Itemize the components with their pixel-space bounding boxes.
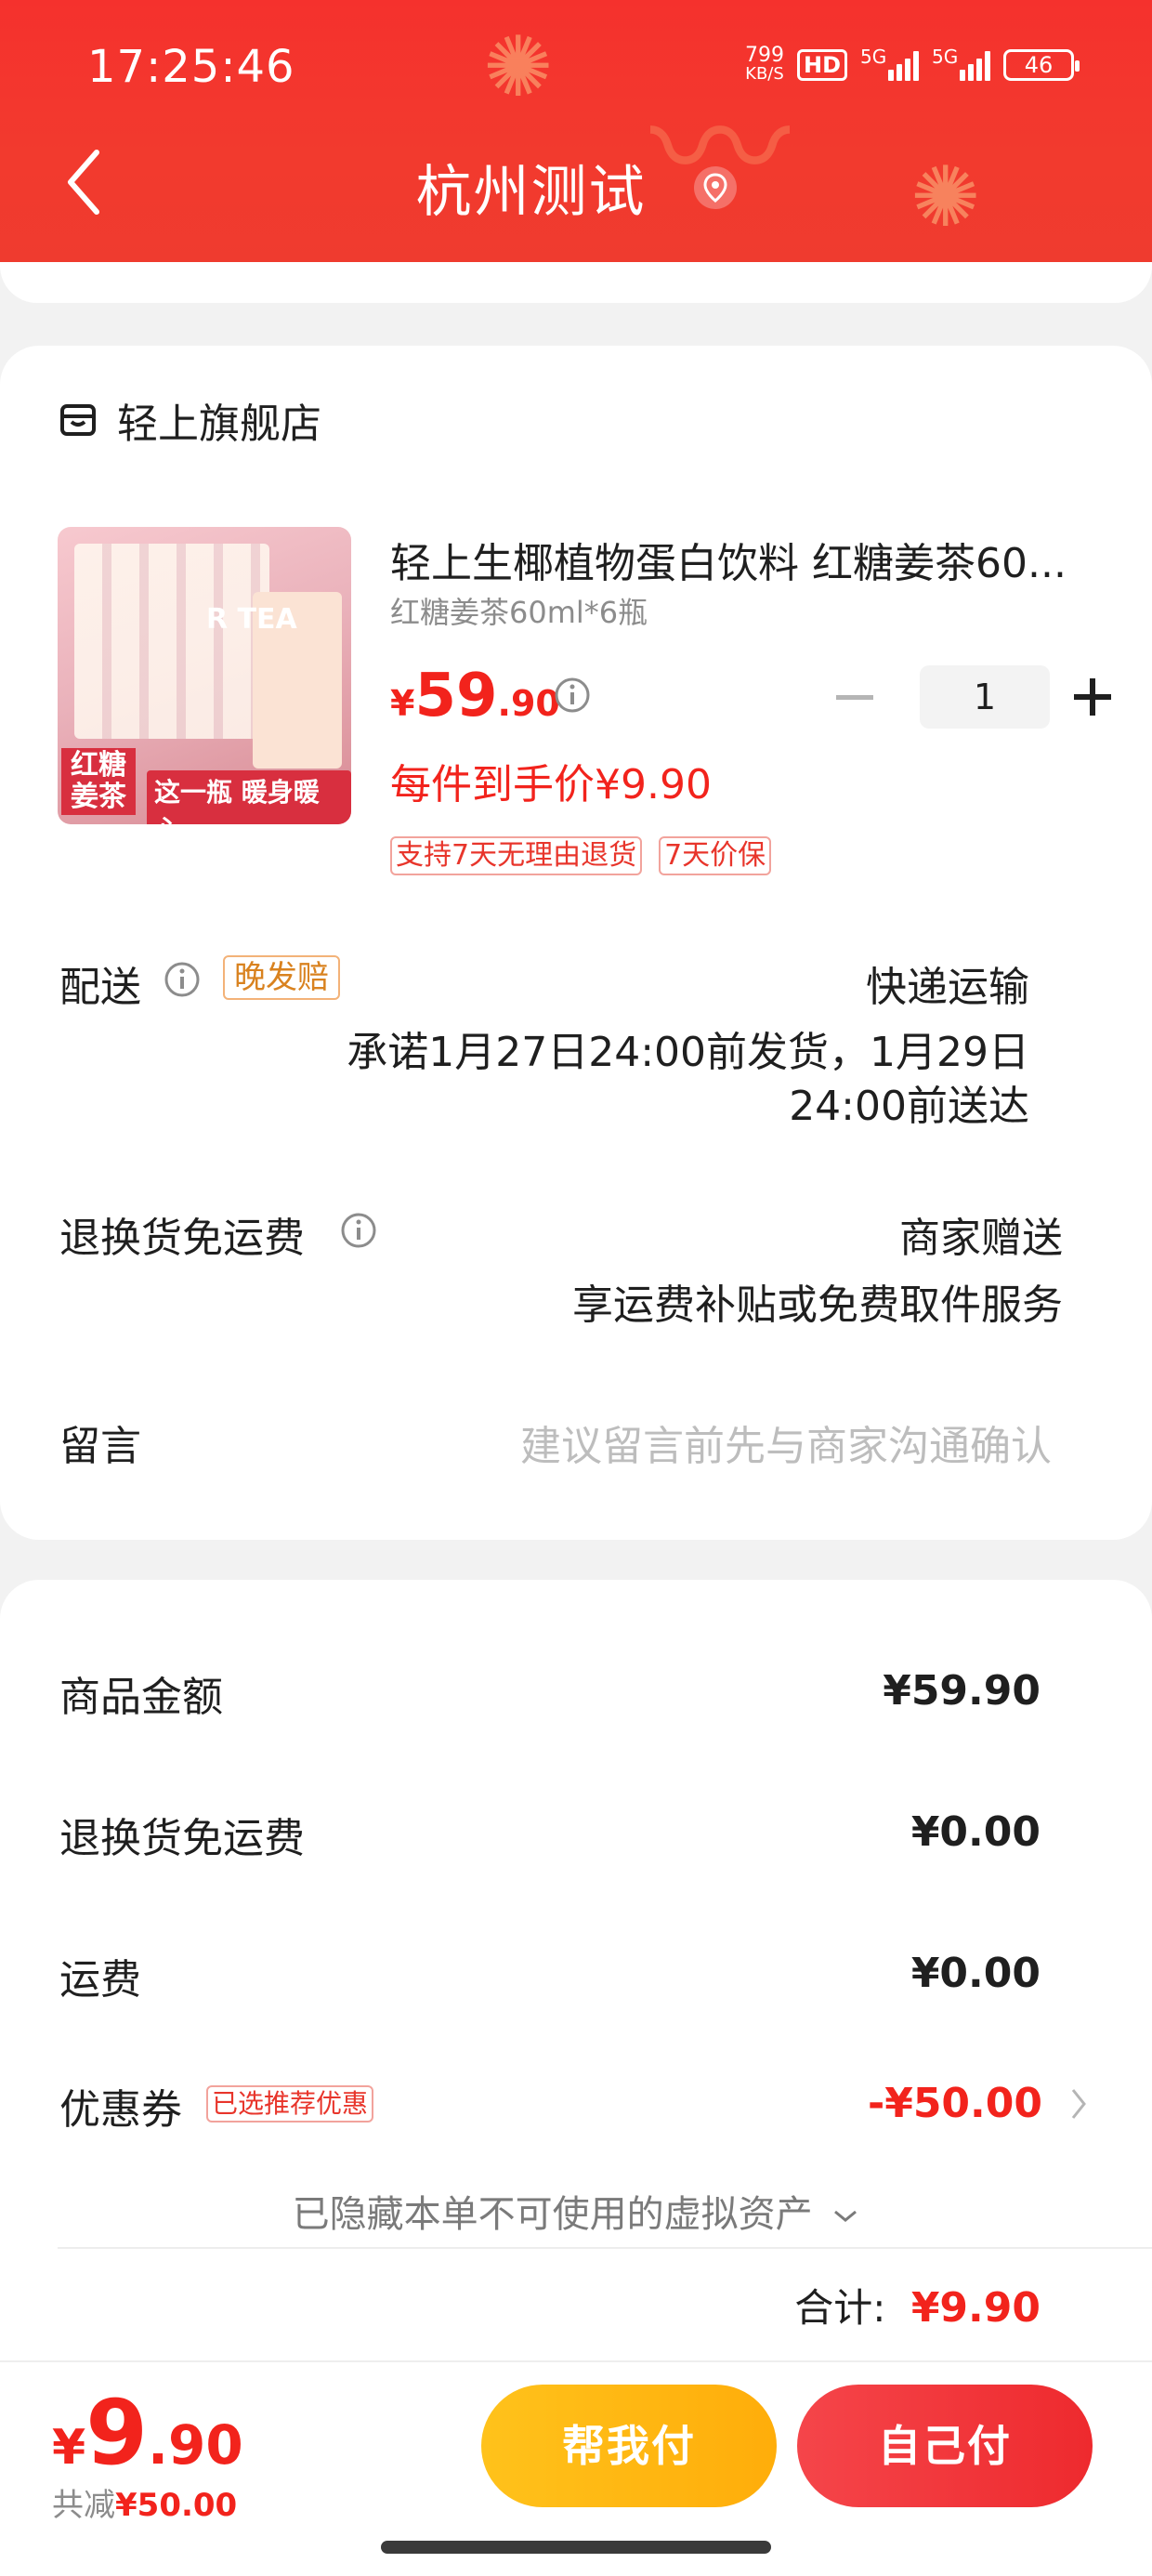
delivery-info-icon[interactable] [164,961,201,998]
message-label: 留言 [59,1423,141,1470]
goods-amount-value: ¥59.90 [883,1667,1041,1715]
hidden-assets-toggle[interactable]: 已隐藏本单不可使用的虚拟资产 [0,2184,1152,2238]
location-icon [693,165,737,209]
return-fee-desc: 享运费补贴或免费取件服务 [572,1281,1063,1329]
return-fee-summary-value: ¥0.00 [910,1808,1041,1856]
delivery-promise-line2: 24:00前送达 [789,1083,1029,1130]
page-title[interactable]: 杭州测试 [0,147,1152,228]
unit-final-price: 每件到手价¥9.90 [390,761,712,808]
shipping-label: 运费 [59,1956,141,2004]
store-header[interactable]: 轻上旗舰店 [59,390,321,450]
product-price: ¥59.90 [390,662,560,730]
service-tag: 支持7天无理由退货 [390,836,643,875]
status-time: 17:25:46 [87,41,295,93]
self-pay-button[interactable]: 自己付 [797,2385,1093,2507]
navbar: 杭州测试 [0,139,1152,232]
coupon-value[interactable]: -¥50.00 [868,2080,1042,2127]
price-info-icon[interactable] [554,677,591,714]
delivery-method[interactable]: 快递运输 [866,953,1029,1013]
return-fee-value: 商家赠送 [899,1215,1063,1262]
address-card-edge [0,262,1152,303]
return-fee-summary-label: 退换货免运费 [59,1815,305,1862]
product-spec[interactable]: 红糖姜茶60ml*6瓶 [390,589,648,632]
quantity-stepper: 1 [836,665,1111,729]
store-name: 轻上旗舰店 [117,401,321,448]
decrease-button[interactable] [836,694,873,700]
status-icons: 799 KB/S HD 5G 5G 46 [744,44,1080,84]
battery-icon: 46 [1003,49,1080,81]
chevron-right-icon[interactable] [1070,2087,1087,2121]
store-icon [60,404,96,436]
hd-icon: HD [796,49,847,81]
divider [58,2247,1152,2249]
return-fee-label: 退换货免运费 [59,1215,305,1262]
message-input[interactable]: 建议留言前先与商家沟通确认 [520,1413,1052,1472]
quantity-input[interactable]: 1 [920,665,1050,729]
bottles-graphic [74,544,269,739]
payable-price: ¥9.90 [52,2381,243,2485]
signal-icon: 5G [860,46,919,81]
tea-label: R TEA [206,603,297,636]
increase-button[interactable] [1074,678,1111,716]
home-indicator[interactable] [381,2541,771,2554]
header: ✺ ✺ 〰 17:25:46 799 KB/S HD 5G 5G 46 杭州测试 [0,0,1152,262]
order-total: 合计: ¥9.90 [794,2284,1041,2332]
product-title[interactable]: 轻上生椰植物蛋白饮料 红糖姜茶60... [390,530,1096,589]
delivery-promise-line1: 承诺1月27日24:00前发货，1月29日 [347,1029,1029,1076]
order-store-card: 轻上旗舰店 R TEA 红糖 姜茶 这一瓶 暖身暖心 轻上生椰植物蛋白饮料 红糖… [0,346,1152,1540]
service-tag: 7天价保 [659,836,772,875]
signal-icon: 5G [932,46,990,81]
chevron-down-icon [834,2210,857,2222]
total-saved: 共减¥50.00 [52,2487,238,2524]
goods-amount-label: 商品金额 [59,1674,223,1721]
network-speed: 799 KB/S [744,44,784,84]
delivery-label: 配送 [59,964,141,1011]
product-image-label: 红糖 姜茶 [61,748,136,815]
coupon-label: 优惠券 [59,2086,182,2134]
help-pay-button[interactable]: 帮我付 [481,2385,777,2507]
status-bar: 17:25:46 799 KB/S HD 5G 5G 46 [0,0,1152,139]
coupon-recommended-tag: 已选推荐优惠 [206,2085,374,2123]
product-image-slogan: 这一瓶 暖身暖心 [147,770,351,824]
late-compensation-badge: 晚发赔 [223,955,340,1000]
service-tags: 支持7天无理由退货 7天价保 [390,836,772,875]
return-info-icon[interactable] [340,1212,377,1249]
product-image[interactable]: R TEA 红糖 姜茶 这一瓶 暖身暖心 [58,527,351,824]
shipping-value: ¥0.00 [910,1950,1041,1997]
